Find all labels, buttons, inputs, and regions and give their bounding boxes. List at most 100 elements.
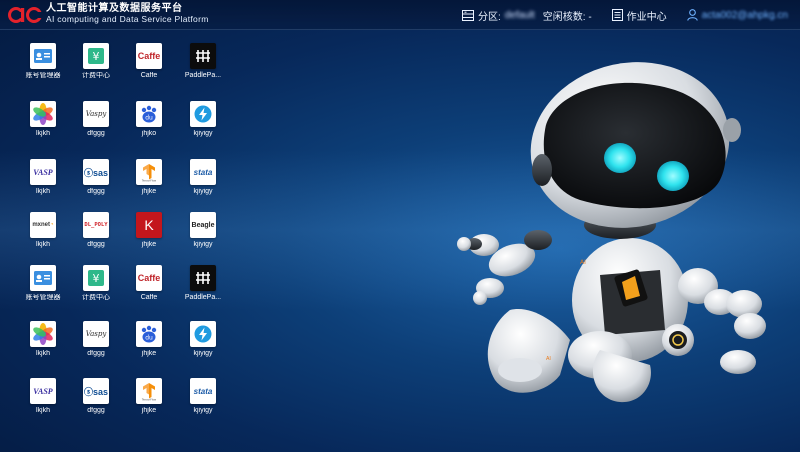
app-label: dfggg [87, 188, 105, 195]
top-bar: 人工智能计算及数据服务平台 AI computing and Data Serv… [0, 0, 800, 30]
app-launcher-beagle[interactable]: Beagle kjiyigy [178, 212, 228, 249]
app-label: kjiyigy [193, 241, 213, 248]
app-label: dfggg [87, 350, 105, 357]
user-icon [686, 9, 698, 21]
svg-text:¥: ¥ [93, 272, 100, 285]
svg-text:du: du [145, 335, 153, 342]
app-launcher-dlpoly[interactable]: DL_POLY dfggg [71, 212, 121, 249]
app-label: 计费中心 [82, 294, 110, 301]
app-launcher-mxnet[interactable]: mxnet◔ lkjkh [18, 212, 68, 249]
document-list-icon [611, 9, 623, 21]
platform-title: 人工智能计算及数据服务平台 AI computing and Data Serv… [46, 3, 209, 25]
billing-center-icon: ¥ [83, 265, 109, 291]
svg-text:TensorFlow: TensorFlow [142, 398, 157, 402]
svg-text:TensorFlow: TensorFlow [142, 179, 157, 183]
app-label: PaddlePa... [184, 72, 222, 79]
app-label: lkjkh [35, 407, 50, 414]
app-launcher-billing-center[interactable]: ¥ 计费中心 [71, 265, 121, 302]
paddle-icon [190, 265, 216, 291]
svg-text:¥: ¥ [93, 50, 100, 63]
app-launcher-flash[interactable]: kjiyigy [178, 101, 228, 138]
app-launcher-vaspy[interactable]: Vaspy dfggg [71, 101, 121, 138]
app-launcher-caffe[interactable]: Caffe Caffe [124, 43, 174, 80]
app-launcher-photos[interactable]: lkjkh [18, 101, 68, 138]
account-manager-icon [30, 265, 56, 291]
app-launcher-stata[interactable]: stata kjiyigy [178, 159, 228, 196]
job-center-button[interactable]: 作业中心 [611, 8, 667, 23]
app-launcher-sas[interactable]: ⓢsas dfggg [71, 378, 121, 415]
app-launcher-account-manager[interactable]: 账号管理器 [18, 43, 68, 80]
flash-icon [190, 101, 216, 127]
app-label: dfggg [87, 130, 105, 137]
app-label: kjiyigy [193, 350, 213, 357]
app-label: jhjko [141, 130, 157, 137]
app-label: jhjke [141, 188, 157, 195]
baidu-icon: du [136, 101, 162, 127]
app-label: dfggg [87, 407, 105, 414]
partition-label: 分区: [477, 11, 501, 23]
app-launcher-stata[interactable]: stata kjiyigy [178, 378, 228, 415]
app-launcher-baidu[interactable]: du jhjke [124, 321, 174, 358]
app-label: lkjkh [35, 241, 50, 248]
app-label: jhjke [141, 407, 157, 414]
job-center-label: 作业中心 [626, 11, 667, 23]
platform-title-cn: 人工智能计算及数据服务平台 [46, 3, 183, 14]
app-launcher-baidu[interactable]: du jhjko [124, 101, 174, 138]
tensorflow-icon: TensorFlow [136, 378, 162, 404]
user-menu[interactable]: acta002@ahpkg.cn [686, 9, 788, 21]
robot-illustration: AI AI [457, 62, 766, 403]
svg-text:AI: AI [580, 259, 586, 266]
app-label: kjiyigy [193, 188, 213, 195]
platform-logo-icon [8, 7, 42, 23]
app-label: PaddlePa... [184, 294, 222, 301]
partition-selector[interactable]: 分区: default [461, 8, 535, 23]
app-label: Caffe [140, 72, 158, 79]
vasp-icon: VASP [30, 159, 56, 185]
user-name: acta002@ahpkg.cn [701, 9, 788, 21]
beagle-icon: Beagle [190, 212, 216, 238]
baidu-icon: du [136, 321, 162, 347]
platform-title-en: AI computing and Data Service Platform [46, 14, 209, 24]
partition-value: default [504, 9, 535, 21]
stata-icon: stata [190, 159, 216, 185]
photos-icon [30, 321, 56, 347]
app-launcher-vasp[interactable]: VASP lkjkh [18, 159, 68, 196]
vasp-icon: VASP [30, 378, 56, 404]
sas-icon: ⓢsas [83, 159, 109, 185]
app-label: jhjke [141, 241, 157, 248]
caffe-icon: Caffe [136, 43, 162, 69]
vaspy-icon: Vaspy [83, 321, 109, 347]
app-launcher-photos[interactable]: lkjkh [18, 321, 68, 358]
app-label: 账号管理器 [25, 294, 61, 301]
sas-icon: ⓢsas [83, 378, 109, 404]
server-icon [461, 9, 474, 21]
app-label: dfggg [87, 241, 105, 248]
app-label: kjiyigy [193, 130, 213, 137]
app-launcher-k[interactable]: Kjhjke [124, 212, 174, 249]
app-launcher-paddle[interactable]: PaddlePa... [178, 265, 228, 302]
svg-text:du: du [145, 115, 153, 122]
stata-icon: stata [190, 378, 216, 404]
app-label: 账号管理器 [25, 72, 61, 79]
app-launcher-vaspy[interactable]: Vaspy dfggg [71, 321, 121, 358]
flash-icon [190, 321, 216, 347]
app-launcher-sas[interactable]: ⓢsas dfggg [71, 159, 121, 196]
app-launcher-vasp[interactable]: VASP lkjkh [18, 378, 68, 415]
app-label: lkjkh [35, 130, 50, 137]
app-label: 计费中心 [82, 72, 110, 79]
app-launcher-tensorflow[interactable]: TensorFlow jhjke [124, 378, 174, 415]
app-launcher-billing-center[interactable]: ¥ 计费中心 [71, 43, 121, 80]
paddle-icon [190, 43, 216, 69]
app-launcher-tensorflow[interactable]: TensorFlow jhjke [124, 159, 174, 196]
k-icon: K [136, 212, 162, 238]
vaspy-icon: Vaspy [83, 101, 109, 127]
app-label: jhjke [141, 350, 157, 357]
app-label: kjiyigy [193, 407, 213, 414]
app-launcher-paddle[interactable]: PaddlePa... [178, 43, 228, 80]
app-launcher-caffe[interactable]: Caffe Caffe [124, 265, 174, 302]
app-launcher-flash[interactable]: kjiyigy [178, 321, 228, 358]
billing-center-icon: ¥ [83, 43, 109, 69]
app-launcher-account-manager[interactable]: 账号管理器 [18, 265, 68, 302]
app-label: lkjkh [35, 350, 50, 357]
caffe-icon: Caffe [136, 265, 162, 291]
